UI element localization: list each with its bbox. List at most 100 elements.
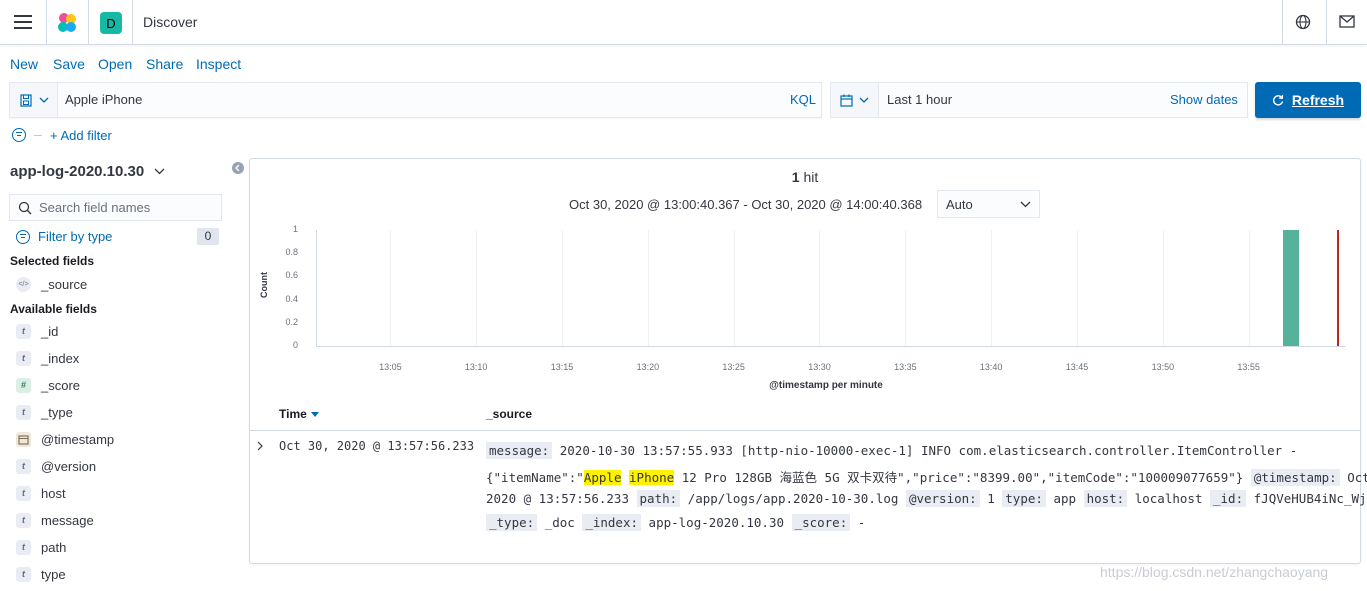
field-item[interactable]: t @version	[16, 456, 96, 476]
header-divider	[88, 0, 89, 45]
y-axis-line	[316, 230, 317, 346]
filter-by-type-button[interactable]: Filter by type	[16, 229, 112, 244]
row-expand-icon[interactable]	[256, 438, 266, 451]
source-line-3: 2020 @ 13:57:56.233 path: /app/logs/app.…	[486, 490, 1367, 507]
menu-icon[interactable]	[14, 14, 32, 30]
field-key: path:	[636, 490, 681, 507]
header-divider	[1282, 0, 1283, 45]
saved-query-button[interactable]	[10, 83, 58, 117]
date-type-icon	[16, 431, 31, 447]
x-tick-label: 13:15	[550, 362, 574, 372]
field-value: fJQVeHUB4iNc_Wj7gvnG	[1253, 491, 1367, 506]
x-tick-label: 13:35	[894, 362, 917, 372]
header-divider	[46, 0, 47, 45]
y-tick-label: 0.8	[285, 247, 298, 258]
field-item[interactable]: t _id	[16, 321, 58, 341]
top-header-bar: D Discover	[0, 0, 1367, 45]
field-key: _id:	[1210, 490, 1247, 507]
column-header-time[interactable]: Time	[279, 407, 319, 421]
refresh-button[interactable]: Refresh	[1255, 82, 1361, 118]
grid-line	[733, 230, 735, 346]
query-language-button[interactable]: KQL	[790, 92, 816, 107]
y-tick-label: 1	[292, 224, 298, 234]
string-type-icon: t	[16, 323, 31, 339]
field-item[interactable]: @timestamp	[16, 429, 114, 449]
x-tick-label: 13:45	[1065, 362, 1089, 372]
current-time-marker	[1337, 230, 1339, 346]
string-type-icon: t	[16, 566, 31, 582]
field-item[interactable]: t _type	[16, 402, 73, 422]
show-dates-button[interactable]: Show dates	[1170, 92, 1238, 107]
watermark: https://blog.csdn.net/zhangchaoyang	[1100, 564, 1329, 580]
histogram-bar[interactable]	[1282, 230, 1300, 346]
mail-icon[interactable]	[1339, 15, 1355, 28]
field-search-input[interactable]: Search field names	[39, 200, 150, 215]
save-query-icon	[20, 94, 32, 107]
source-line-4: _type: _doc _index: app-log-2020.10.30 _…	[486, 514, 866, 531]
filter-menu-icon[interactable]	[12, 128, 26, 142]
space-avatar[interactable]: D	[100, 12, 122, 34]
field-value: /app/logs/app.2020-10-30.log	[687, 491, 899, 506]
histogram-chart: Count 1 0.8 0.6 0.4 0.2 0 13:05 13:10 13:15 13:2…	[252, 222, 1352, 397]
field-name: _type	[41, 404, 73, 420]
field-search-box[interactable]: Search field names	[9, 194, 222, 221]
time-range-text[interactable]: Last 1 hour	[887, 92, 952, 107]
field-value: 2020-10-30 13:57:55.933 [http-nio-10000-…	[559, 443, 1298, 458]
grid-line	[561, 230, 563, 346]
field-key: _type:	[486, 514, 538, 531]
field-item[interactable]: t _index	[16, 348, 79, 368]
filter-by-type-label: Filter by type	[38, 229, 113, 244]
field-value: {"itemName":"	[486, 470, 584, 485]
help-globe-icon[interactable]	[1295, 14, 1311, 30]
new-link[interactable]: New	[10, 56, 38, 72]
header-divider	[132, 0, 133, 45]
field-name: host	[41, 485, 66, 501]
calendar-icon	[840, 94, 853, 107]
field-item[interactable]: t path	[16, 537, 66, 557]
field-name: _index	[41, 350, 80, 366]
chevron-down-icon	[1020, 201, 1031, 208]
selected-fields-heading: Selected fields	[10, 254, 95, 268]
string-type-icon: t	[16, 458, 31, 474]
y-tick-label: 0	[292, 340, 298, 350]
field-item[interactable]: t message	[16, 510, 94, 530]
source-type-icon: </>	[16, 276, 31, 292]
source-line-2: {"itemName":"Apple iPhone 12 Pro 128GB 海…	[486, 467, 1367, 486]
search-icon	[18, 201, 32, 215]
x-tick-label: 13:25	[722, 362, 745, 372]
field-value: Oct 30,	[1347, 470, 1367, 485]
field-value: 2020 @ 13:57:56.233	[486, 491, 629, 506]
field-item[interactable]: t host	[16, 483, 66, 503]
field-value: _doc	[544, 515, 575, 530]
x-tick-label: 13:40	[979, 362, 1003, 372]
open-link[interactable]: Open	[98, 56, 132, 72]
field-item[interactable]: # _score	[16, 375, 80, 395]
hits-number: 1	[791, 169, 800, 185]
kibana-logo-icon[interactable]	[56, 12, 78, 34]
filter-count-badge: 0	[197, 228, 219, 245]
x-tick-label: 13:30	[808, 362, 831, 372]
query-input[interactable]: Apple iPhone	[65, 92, 142, 107]
inspect-link[interactable]: Inspect	[196, 56, 241, 72]
save-link[interactable]: Save	[53, 56, 85, 72]
quick-select-button[interactable]	[831, 83, 879, 117]
field-item-source[interactable]: </> _source	[16, 274, 87, 294]
column-header-source: _source	[486, 407, 533, 421]
share-link[interactable]: Share	[146, 56, 183, 72]
field-value: 12 Pro 128GB 海蓝色 5G 双卡双待","price":"8399.…	[674, 470, 1244, 485]
grid-line	[647, 230, 649, 346]
field-key: _index:	[582, 514, 642, 531]
refresh-label: Refresh	[1291, 92, 1345, 108]
add-filter-button[interactable]: + Add filter	[50, 128, 112, 143]
field-value: app-log-2020.10.30	[648, 515, 785, 530]
filter-divider	[34, 135, 42, 136]
string-type-icon: t	[16, 539, 31, 555]
sort-down-icon[interactable]	[310, 411, 319, 417]
interval-select[interactable]: Auto	[937, 190, 1040, 218]
field-item[interactable]: t type	[16, 564, 66, 584]
string-type-icon: t	[16, 485, 31, 501]
grid-line	[476, 230, 478, 346]
x-tick-label: 13:20	[636, 362, 660, 372]
x-tick-label: 13:10	[464, 362, 488, 372]
field-value: -	[857, 515, 866, 530]
